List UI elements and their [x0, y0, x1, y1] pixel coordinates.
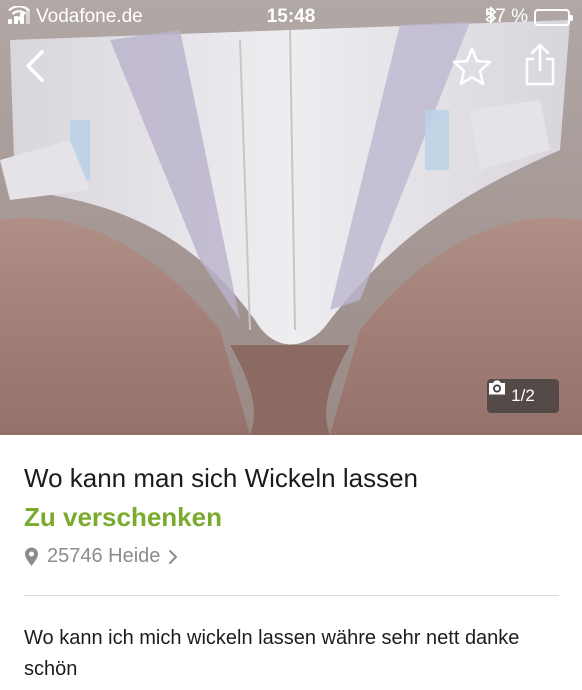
bluetooth-icon [486, 6, 497, 24]
status-right: 57 % [485, 6, 573, 28]
chevron-right-icon [169, 549, 178, 564]
location-text: 25746 Heide [47, 545, 161, 567]
listing-title: Wo kann man sich Wickeln lassen [24, 463, 419, 493]
location-pin-icon [25, 547, 38, 566]
share-icon [525, 43, 555, 86]
photo-counter[interactable]: 1/2 [487, 379, 559, 413]
photo-counter-text: 1/2 [511, 386, 535, 405]
star-outline-icon [452, 47, 492, 86]
listing-photo[interactable]: Vodafone.de 15:48 57 % 1/2 [0, 0, 582, 435]
divider [24, 595, 559, 596]
back-button[interactable] [20, 46, 52, 86]
battery-icon [534, 8, 573, 26]
share-button[interactable] [522, 42, 558, 88]
status-bar: Vodafone.de 15:48 57 % [0, 0, 582, 34]
listing-price: Zu verschenken [24, 502, 222, 532]
favorite-button[interactable] [451, 46, 493, 86]
listing-location[interactable]: 25746 Heide [24, 545, 178, 568]
camera-icon [489, 380, 505, 395]
photo-image [0, 0, 582, 435]
chevron-left-icon [26, 50, 44, 82]
listing-description: Wo kann ich mich wickeln lassen währe se… [24, 627, 520, 680]
